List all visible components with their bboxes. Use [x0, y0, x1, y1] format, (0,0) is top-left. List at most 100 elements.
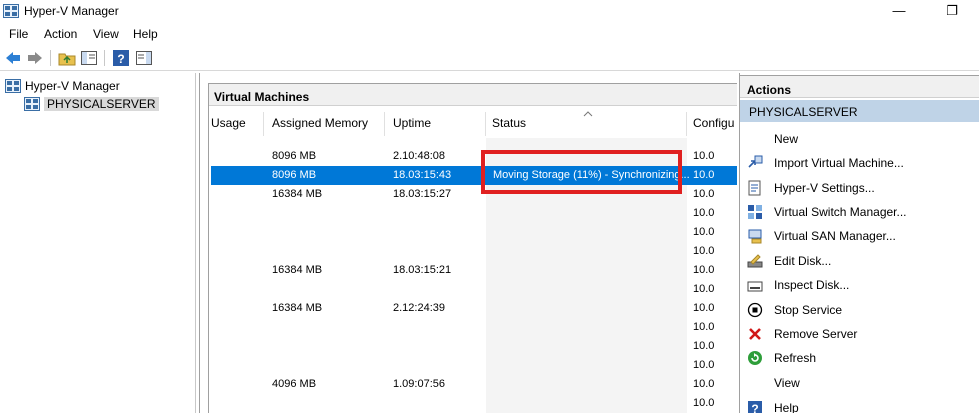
title-bar: Hyper-V Manager — ❐ [0, 0, 979, 24]
toolbar-separator [50, 50, 51, 66]
action-virtual-san-manager[interactable]: Virtual SAN Manager... [740, 223, 979, 247]
svg-text:?: ? [751, 402, 758, 413]
cell-uptime: 1.09:07:56 [393, 378, 445, 390]
action-inspect-disk[interactable]: Inspect Disk... [740, 272, 979, 296]
sort-ascending-icon [583, 111, 593, 117]
table-row[interactable]: 10.0 [211, 337, 737, 356]
cell-assigned-memory: 16384 MB [272, 264, 323, 276]
cell-assigned-memory: 4096 MB [272, 378, 317, 390]
cell-uptime: 2.12:24:39 [393, 302, 445, 314]
center-pane: Virtual Machines Usage Assigned Memory U… [199, 73, 737, 413]
cell-configuration: 10.0 [693, 359, 715, 371]
cell-configuration: 10.0 [693, 169, 715, 181]
cell-configuration: 10.0 [693, 264, 715, 276]
action-help[interactable]: ? Help [740, 395, 979, 413]
tree-item-label: PHYSICALSERVER [44, 97, 159, 111]
column-header-status[interactable]: Status [492, 116, 526, 130]
server-icon [24, 97, 40, 111]
show-hide-action-pane-icon[interactable] [135, 49, 153, 67]
action-label: Inspect Disk... [774, 278, 850, 292]
cell-uptime: 18.03:15:27 [393, 188, 452, 200]
action-label: Edit Disk... [774, 254, 832, 268]
refresh-icon [748, 351, 762, 365]
menu-file[interactable]: File [9, 27, 28, 41]
action-hyper-v-settings[interactable]: Hyper-V Settings... [740, 175, 979, 199]
menu-bar: File Action View Help [0, 24, 979, 44]
cell-assigned-memory: 8096 MB [272, 169, 317, 181]
virtual-switch-icon [748, 205, 762, 219]
actions-header: Actions [740, 76, 979, 98]
action-import-virtual-machine[interactable]: Import Virtual Machine... [740, 150, 979, 174]
menu-action[interactable]: Action [44, 27, 77, 41]
action-label: Virtual SAN Manager... [774, 229, 896, 243]
cell-configuration: 10.0 [693, 245, 715, 257]
tree-item-hyper-v-manager[interactable]: Hyper-V Manager [5, 77, 120, 95]
cell-configuration: 10.0 [693, 397, 715, 409]
inspect-disk-icon [747, 281, 763, 292]
cell-uptime: 2.10:48:08 [393, 150, 445, 162]
action-label: New [774, 132, 799, 146]
tree-item-physicalserver[interactable]: PHYSICALSERVER [24, 95, 159, 113]
minimize-button[interactable]: — [876, 0, 922, 24]
remove-x-icon [749, 328, 761, 340]
navigation-tree: Hyper-V Manager PHYSICALSERVER [0, 73, 196, 413]
cell-configuration: 10.0 [693, 321, 715, 333]
table-row[interactable]: 10.0 [211, 394, 737, 413]
action-refresh[interactable]: Refresh [740, 345, 979, 369]
cell-configuration: 10.0 [693, 378, 715, 390]
table-row[interactable]: 10.0 [211, 356, 737, 375]
annotation-highlight-box [481, 150, 682, 194]
cell-assigned-memory: 16384 MB [272, 302, 323, 314]
column-divider[interactable] [686, 112, 687, 136]
table-row[interactable]: 16384 MB 2.12:24:39 10.0 [211, 299, 737, 318]
table-row[interactable]: 4096 MB 1.09:07:56 10.0 [211, 375, 737, 394]
action-virtual-switch-manager[interactable]: Virtual Switch Manager... [740, 199, 979, 223]
table-row[interactable]: 10.0 [211, 242, 737, 261]
action-label: Remove Server [774, 327, 858, 341]
hyper-v-app-icon [3, 4, 19, 18]
virtual-san-icon [748, 229, 762, 244]
table-row[interactable]: 10.0 [211, 318, 737, 337]
action-stop-service[interactable]: Stop Service [740, 297, 979, 321]
cell-configuration: 10.0 [693, 188, 715, 200]
action-edit-disk[interactable]: Edit Disk... [740, 248, 979, 272]
column-header-uptime[interactable]: Uptime [393, 116, 431, 130]
column-header-assigned-memory[interactable]: Assigned Memory [272, 116, 368, 130]
cell-configuration: 10.0 [693, 302, 715, 314]
column-header-usage[interactable]: Usage [211, 116, 246, 130]
forward-arrow-icon[interactable] [26, 49, 44, 67]
restore-button[interactable]: ❐ [929, 0, 975, 24]
table-row[interactable]: 10.0 [211, 204, 737, 223]
action-label: Help [774, 401, 799, 413]
show-hide-tree-icon[interactable] [80, 49, 98, 67]
actions-pane: Actions PHYSICALSERVER New Import Virtual… [739, 73, 979, 413]
virtual-machines-panel: Virtual Machines Usage Assigned Memory U… [208, 83, 737, 413]
table-row[interactable]: 16384 MB 18.03:15:21 10.0 [211, 261, 737, 280]
menu-view[interactable]: View [93, 27, 119, 41]
action-view[interactable]: View [740, 370, 979, 394]
tree-item-label: Hyper-V Manager [25, 79, 120, 93]
action-remove-server[interactable]: Remove Server [740, 321, 979, 345]
action-new[interactable]: New [740, 126, 979, 150]
action-label: Virtual Switch Manager... [774, 205, 907, 219]
cell-configuration: 10.0 [693, 340, 715, 352]
menu-help[interactable]: Help [133, 27, 158, 41]
settings-icon [748, 180, 761, 196]
edit-disk-icon [747, 254, 763, 268]
import-vm-icon [748, 155, 763, 168]
column-header-configuration[interactable]: Configu [693, 116, 734, 130]
window-title: Hyper-V Manager [24, 4, 119, 18]
help-icon[interactable]: ? [112, 49, 130, 67]
table-row[interactable]: 10.0 [211, 223, 737, 242]
cell-uptime: 18.03:15:21 [393, 264, 452, 276]
actions-frame: Actions PHYSICALSERVER New Import Virtual… [740, 75, 979, 413]
actions-section-physicalserver[interactable]: PHYSICALSERVER [740, 100, 979, 122]
action-label: Stop Service [774, 303, 843, 317]
column-divider[interactable] [485, 112, 486, 136]
back-arrow-icon[interactable] [4, 49, 22, 67]
cell-configuration: 10.0 [693, 226, 715, 238]
column-divider[interactable] [263, 112, 264, 136]
column-divider[interactable] [384, 112, 385, 136]
up-folder-icon[interactable] [58, 49, 76, 67]
table-row[interactable]: 10.0 [211, 280, 737, 299]
